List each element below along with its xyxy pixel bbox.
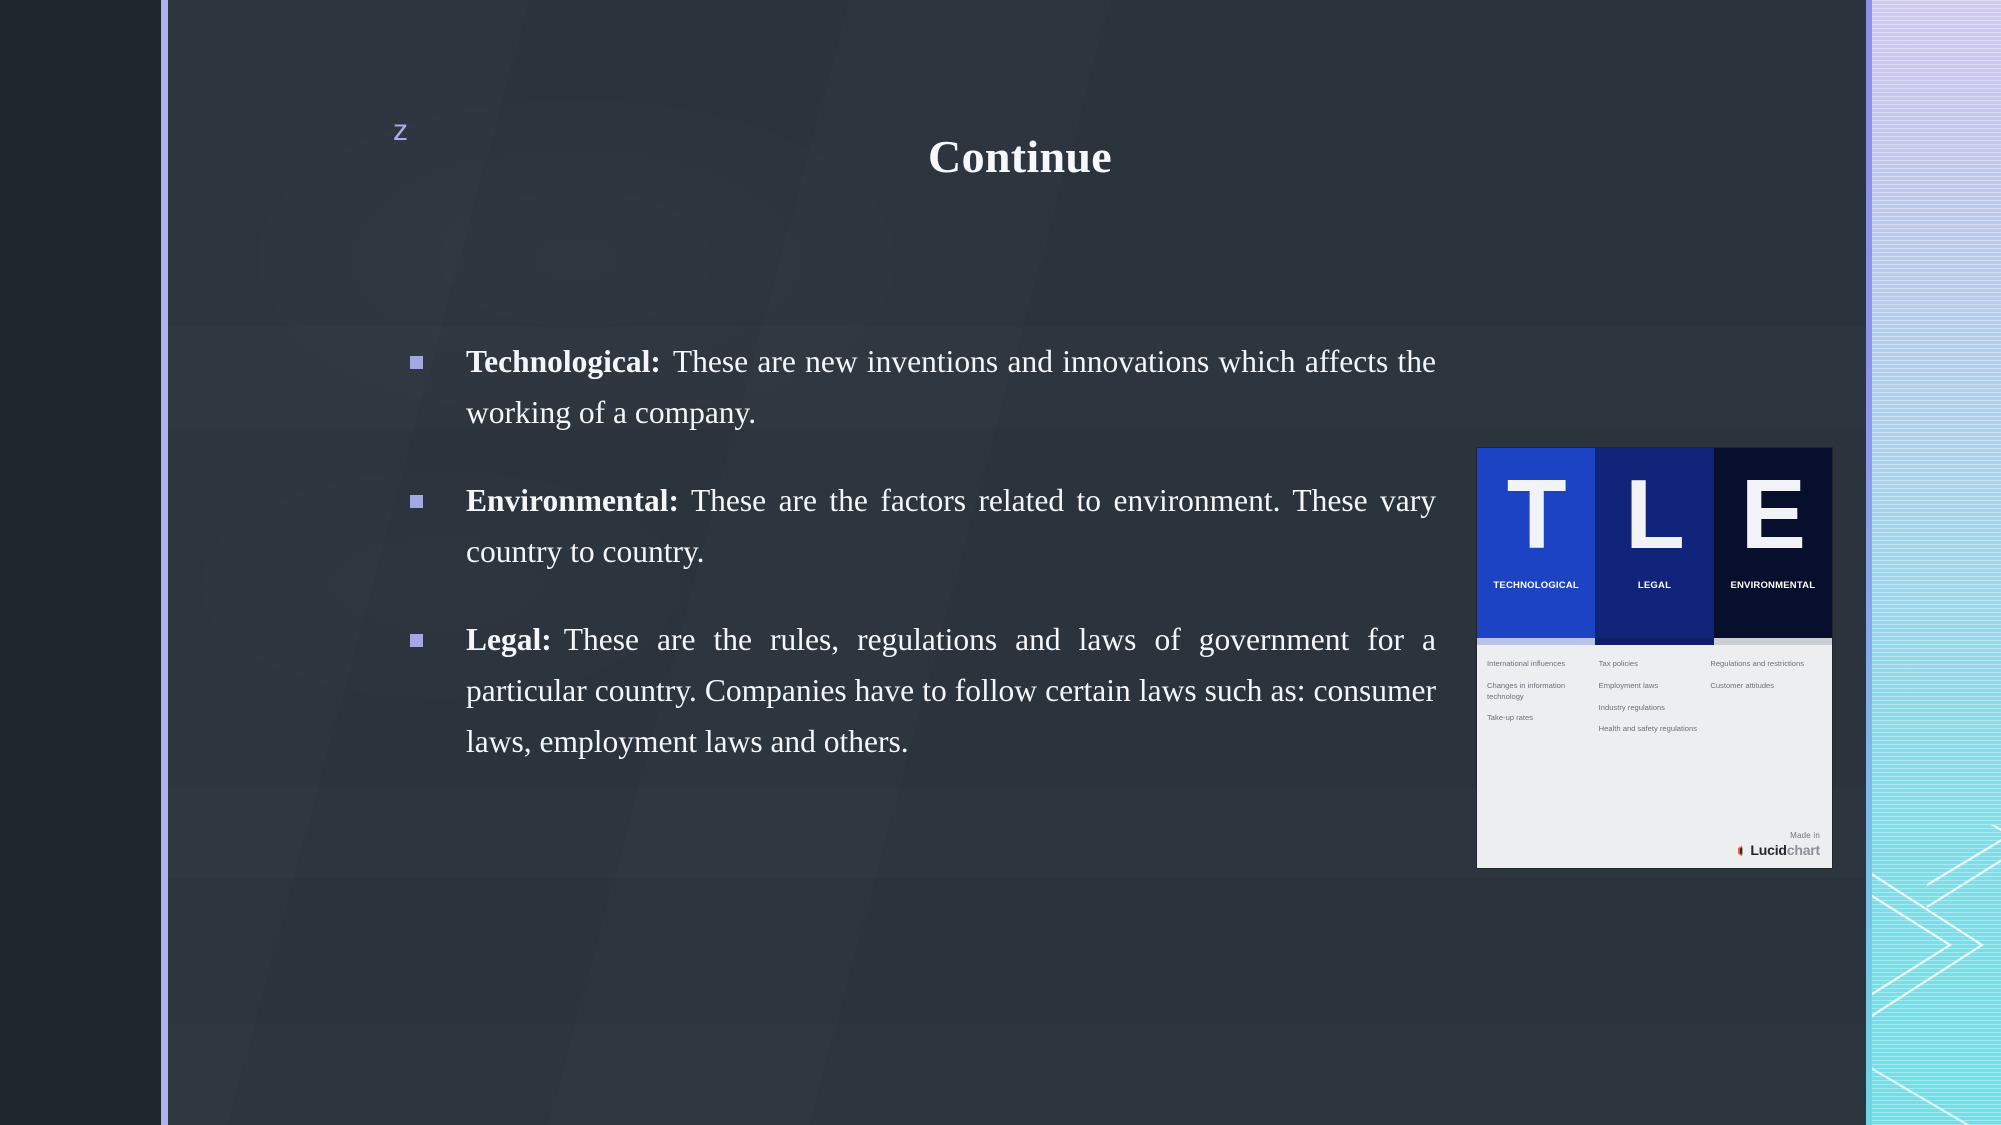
bullet-paragraph: Technological: These are new inventions a… bbox=[466, 336, 1436, 438]
left-accent-rule bbox=[161, 0, 168, 1125]
square-bullet-icon bbox=[410, 495, 423, 509]
tle-factor-item: Take-up rates bbox=[1487, 713, 1534, 723]
bullet-body: These are the rules, regulations and law… bbox=[466, 622, 1436, 760]
right-gradient-strip bbox=[1872, 0, 2001, 1125]
tle-letter: E bbox=[1740, 459, 1806, 569]
bullet-list: Technological: These are new inventions a… bbox=[410, 336, 1436, 767]
brand-dark: Lucid bbox=[1750, 842, 1787, 858]
tle-factor-item: Regulations and restrictions bbox=[1710, 659, 1805, 668]
lucidchart-wordmark: Lucidchart bbox=[1736, 842, 1820, 858]
list-item: Technological: These are new inventions a… bbox=[410, 336, 1436, 438]
tle-letter: T bbox=[1506, 459, 1567, 569]
chevron-decoration-icon bbox=[1872, 825, 2001, 1125]
square-bullet-icon bbox=[410, 634, 423, 648]
tle-underline-legal bbox=[1595, 638, 1714, 645]
tle-caption: TECHNOLOGICAL bbox=[1493, 580, 1579, 591]
bullet-term: Environmental: bbox=[466, 483, 679, 519]
tle-caption: ENVIRONMENTAL bbox=[1730, 580, 1816, 591]
slide-canvas: z Continue Technological: These are new i… bbox=[0, 0, 2001, 1125]
tle-factors-row: International influences Changes in infor… bbox=[1477, 645, 1832, 868]
tle-factor-item: International influences bbox=[1487, 659, 1566, 668]
bullet-paragraph: Legal: These are the rules, regulations a… bbox=[466, 614, 1436, 767]
strip-scanlines bbox=[1872, 0, 2001, 1125]
bullet-term: Legal: bbox=[466, 622, 552, 658]
tle-underline-technological bbox=[1477, 638, 1596, 645]
bullet-term: Technological: bbox=[466, 344, 661, 379]
lucidchart-credit: Made in Lucidchart bbox=[1736, 831, 1820, 858]
brand-gray: chart bbox=[1786, 842, 1820, 858]
tle-letter: L bbox=[1625, 459, 1685, 569]
tle-column-header-technological: T TECHNOLOGICAL bbox=[1477, 448, 1596, 638]
tle-factor-item: Changes in information technology bbox=[1487, 680, 1566, 701]
tle-factor-item: Tax policies bbox=[1598, 659, 1638, 668]
list-item: Legal: These are the rules, regulations a… bbox=[410, 614, 1436, 767]
tle-column-header-legal: L LEGAL bbox=[1595, 448, 1714, 638]
lucidchart-logo-icon bbox=[1736, 844, 1747, 857]
tle-diagram-image: T TECHNOLOGICAL L LEGAL E ENVIRONMENTAL … bbox=[1477, 448, 1832, 868]
tle-underline-environmental bbox=[1713, 638, 1832, 645]
lucidchart-text: Lucidchart bbox=[1750, 842, 1820, 858]
tle-factor-item: Customer attitudes bbox=[1710, 680, 1775, 690]
page-title: Continue bbox=[928, 131, 1112, 182]
tle-caption: LEGAL bbox=[1637, 580, 1672, 591]
tle-underline-row bbox=[1477, 638, 1832, 645]
tle-factor-item: Employment laws bbox=[1598, 680, 1659, 690]
tle-factors-legal: Tax policies Employment laws Industry regu… bbox=[1599, 659, 1711, 868]
square-bullet-icon bbox=[410, 356, 423, 369]
tle-factor-item: Health and safety regulations bbox=[1598, 724, 1698, 734]
tle-factors-technological: International influences Changes in infor… bbox=[1487, 659, 1599, 868]
list-item: Environmental: These are the factors rela… bbox=[410, 475, 1436, 577]
bullet-paragraph: Environmental: These are the factors rela… bbox=[466, 475, 1436, 577]
made-in-label: Made in bbox=[1790, 831, 1820, 840]
tle-header-row: T TECHNOLOGICAL L LEGAL E ENVIRONMENTAL bbox=[1477, 448, 1832, 638]
left-gutter-band bbox=[0, 0, 161, 1125]
tle-factor-item: Industry regulations bbox=[1598, 702, 1665, 712]
tle-column-header-environmental: E ENVIRONMENTAL bbox=[1713, 448, 1832, 638]
